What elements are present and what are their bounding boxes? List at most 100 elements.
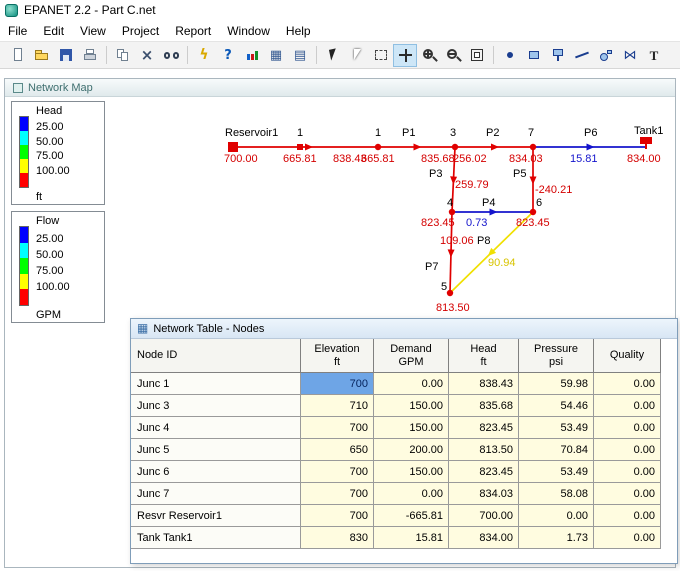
table-row: Resvr Reservoir1 700 -665.81 700.00 0.00 0.00 [131,505,677,527]
value-cell[interactable]: 0.00 [374,483,449,505]
value-cell[interactable]: 0.00 [594,505,661,527]
run-button[interactable] [192,44,216,67]
reservoir-icon [526,47,543,63]
find-button[interactable] [159,44,183,67]
value-cell[interactable]: 54.46 [519,395,594,417]
head-legend[interactable]: Head 25.00 50.00 75.00 100.00 ft [11,101,105,205]
value-cell[interactable]: 0.00 [519,505,594,527]
select-region-button[interactable] [369,44,393,67]
new-button[interactable] [6,44,30,67]
row-id-cell[interactable]: Junc 5 [131,439,301,461]
value-cell[interactable]: 0.00 [594,483,661,505]
pan-button[interactable] [393,43,417,67]
value-cell[interactable]: 823.45 [449,417,519,439]
value-cell[interactable]: 834.03 [449,483,519,505]
value-cell[interactable]: 150.00 [374,395,449,417]
app-titlebar[interactable]: EPANET 2.2 - Part C.net [0,0,680,20]
value-cell[interactable]: 700 [301,461,374,483]
value-cell[interactable]: 700 [301,417,374,439]
select-button[interactable] [321,44,345,67]
value-cell[interactable]: 834.00 [449,527,519,549]
copy-button[interactable] [111,44,135,67]
menu-edit[interactable]: Edit [35,21,72,41]
value-cell[interactable]: 70.84 [519,439,594,461]
menu-help[interactable]: Help [278,21,319,41]
legend-value: 25.00 [36,121,64,134]
query-button[interactable] [216,44,240,67]
value-cell[interactable]: 0.00 [594,461,661,483]
value-cell[interactable]: 700.00 [449,505,519,527]
value-cell[interactable]: 835.68 [449,395,519,417]
pump-button[interactable] [594,44,618,67]
value-cell[interactable]: 15.81 [374,527,449,549]
nodes-table-window: Network Table - Nodes Node IDElevationft… [130,318,678,564]
pipe-button[interactable] [570,44,594,67]
menu-view[interactable]: View [72,21,114,41]
junction-button[interactable] [498,44,522,67]
zoom-in-button[interactable] [417,44,441,67]
column-header-pressure: Pressure psi [519,339,594,373]
value-cell[interactable]: 59.98 [519,373,594,395]
row-id-cell[interactable]: Resvr Reservoir1 [131,505,301,527]
value-cell[interactable]: 1.73 [519,527,594,549]
value-cell[interactable]: 0.00 [594,373,661,395]
value-cell[interactable]: -665.81 [374,505,449,527]
reservoir-button[interactable] [522,44,546,67]
text-icon [646,47,663,63]
print-button[interactable] [78,44,102,67]
value-cell[interactable]: 700 [301,505,374,527]
table-button[interactable] [264,44,288,67]
value-cell[interactable]: 0.00 [374,373,449,395]
open-button[interactable] [30,44,54,67]
column-header-label: Demand [390,342,432,355]
menu-report[interactable]: Report [167,21,219,41]
graph-button[interactable] [240,44,264,67]
value-cell[interactable]: 0.00 [594,439,661,461]
value-cell[interactable]: 830 [301,527,374,549]
table-row: Junc 1 700 0.00 838.43 59.98 0.00 [131,373,677,395]
value-cell[interactable]: 200.00 [374,439,449,461]
save-button[interactable] [54,44,78,67]
value-cell[interactable]: 0.00 [594,395,661,417]
delete-button[interactable] [135,44,159,67]
value-cell[interactable]: 700 [301,373,374,395]
value-cell[interactable]: 823.45 [449,461,519,483]
menu-project[interactable]: Project [114,21,167,41]
value-cell[interactable]: 58.08 [519,483,594,505]
row-id-cell[interactable]: Junc 1 [131,373,301,395]
value-cell[interactable]: 710 [301,395,374,417]
table-window-title: Network Table - Nodes [153,322,265,335]
row-id-cell[interactable]: Junc 3 [131,395,301,417]
tank-icon [550,47,567,63]
menu-window[interactable]: Window [219,21,278,41]
value-cell[interactable]: 53.49 [519,461,594,483]
value-cell[interactable]: 700 [301,483,374,505]
valve-button[interactable] [618,44,642,67]
flow-legend[interactable]: Flow 25.00 50.00 75.00 100.00 GPM [11,211,105,323]
value-cell[interactable]: 838.43 [449,373,519,395]
value-cell[interactable]: 650 [301,439,374,461]
value-cell[interactable]: 0.00 [594,527,661,549]
full-extent-button[interactable] [465,44,489,67]
menu-file[interactable]: File [0,21,35,41]
row-id-cell[interactable]: Junc 6 [131,461,301,483]
select-vertex-button[interactable] [345,44,369,67]
value-cell[interactable]: 53.49 [519,417,594,439]
zoom-out-button[interactable] [441,44,465,67]
value-cell[interactable]: 150.00 [374,417,449,439]
graph-icon [244,47,261,63]
nodes-table-titlebar[interactable]: Network Table - Nodes [131,319,677,339]
edit-button[interactable] [288,44,312,67]
tank-button[interactable] [546,44,570,67]
table-row: Junc 3 710 150.00 835.68 54.46 0.00 [131,395,677,417]
value-cell[interactable]: 0.00 [594,417,661,439]
value-cell[interactable]: 813.50 [449,439,519,461]
value-cell[interactable]: 150.00 [374,461,449,483]
print-icon [82,47,99,63]
row-id-cell[interactable]: Junc 7 [131,483,301,505]
network-map-titlebar[interactable]: Network Map [5,79,675,97]
row-id-cell[interactable]: Tank Tank1 [131,527,301,549]
legend-color-segment [20,258,28,274]
text-button[interactable] [642,44,666,67]
row-id-cell[interactable]: Junc 4 [131,417,301,439]
